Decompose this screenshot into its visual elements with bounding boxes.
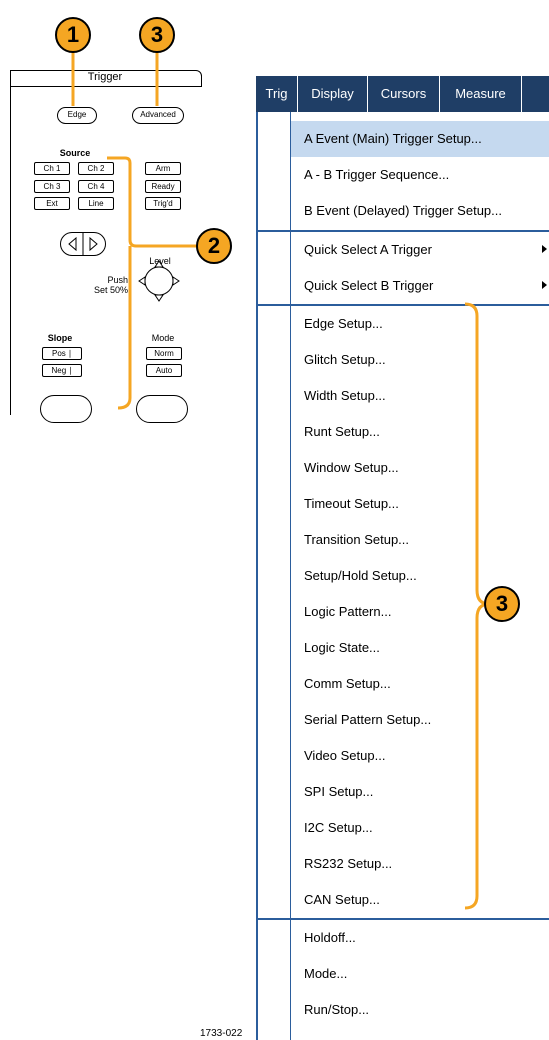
tab-trig[interactable]: Trig <box>256 76 298 112</box>
menu-item-a-event-setup[interactable]: A Event (Main) Trigger Setup... <box>291 121 549 157</box>
slope-pos-label: Pos <box>51 349 66 358</box>
rising-edge-icon: ∣ <box>68 349 73 358</box>
slope-label: Slope <box>47 333 73 343</box>
callout-3-menu: 3 <box>484 586 520 622</box>
callout-3-top: 3 <box>139 17 175 53</box>
level-knob[interactable] <box>136 258 182 304</box>
slope-button[interactable] <box>40 395 92 423</box>
arm-indicator: Arm <box>145 162 181 175</box>
submenu-arrow-icon <box>542 245 547 253</box>
ext-button[interactable]: Ext <box>34 197 70 210</box>
tab-display[interactable]: Display <box>298 76 368 112</box>
ch3-button[interactable]: Ch 3 <box>34 180 70 193</box>
mode-label: Mode <box>151 333 175 343</box>
edge-button[interactable]: Edge <box>57 107 97 124</box>
ch2-button[interactable]: Ch 2 <box>78 162 114 175</box>
mode-auto-button[interactable]: Auto <box>146 364 182 377</box>
callout-2: 2 <box>196 228 232 264</box>
mode-norm-button[interactable]: Norm <box>146 347 182 360</box>
source-label: Source <box>59 148 91 158</box>
ready-indicator: Ready <box>145 180 181 193</box>
slope-pos-button[interactable]: Pos ∣ <box>42 347 82 360</box>
submenu-arrow-icon <box>542 281 547 289</box>
tab-measure[interactable]: Measure <box>440 76 522 112</box>
set50-label: Set 50% <box>93 285 128 295</box>
menu-item-holdoff[interactable]: Holdoff... <box>291 920 549 956</box>
figure-id: 1733-022 <box>200 1028 243 1039</box>
menu-item-quick-select-a[interactable]: Quick Select A Trigger <box>291 232 549 268</box>
callout-1: 1 <box>55 17 91 53</box>
menu-item-ab-sequence[interactable]: A - B Trigger Sequence... <box>291 157 549 193</box>
menu-bar: Trig Display Cursors Measure <box>256 76 549 112</box>
left-arrow-icon <box>68 236 77 252</box>
ch4-button[interactable]: Ch 4 <box>78 180 114 193</box>
right-arrow-icon <box>89 236 98 252</box>
source-arrow-buttons[interactable] <box>60 232 106 256</box>
menu-item-label: Quick Select B Trigger <box>304 278 434 293</box>
line-button[interactable]: Line <box>78 197 114 210</box>
advanced-button[interactable]: Advanced <box>132 107 184 124</box>
ch1-button[interactable]: Ch 1 <box>34 162 70 175</box>
tab-cursors[interactable]: Cursors <box>368 76 440 112</box>
slope-neg-button[interactable]: Neg ∣ <box>42 364 82 377</box>
push-label: Push <box>107 275 128 285</box>
trigd-indicator: Trig'd <box>145 197 181 210</box>
menu-item-run-stop[interactable]: Run/Stop... <box>291 992 549 1028</box>
menu-item-b-event-setup[interactable]: B Event (Delayed) Trigger Setup... <box>291 193 549 229</box>
callout-lines <box>71 35 198 410</box>
menu-item-label: Quick Select A Trigger <box>304 242 432 257</box>
mode-button[interactable] <box>136 395 188 423</box>
menu-item-mode[interactable]: Mode... <box>291 956 549 992</box>
falling-edge-icon: ∣ <box>68 366 73 375</box>
slope-neg-label: Neg <box>51 366 67 375</box>
menu-item-quick-select-b[interactable]: Quick Select B Trigger <box>291 268 549 304</box>
menu-gutter <box>256 112 291 1040</box>
